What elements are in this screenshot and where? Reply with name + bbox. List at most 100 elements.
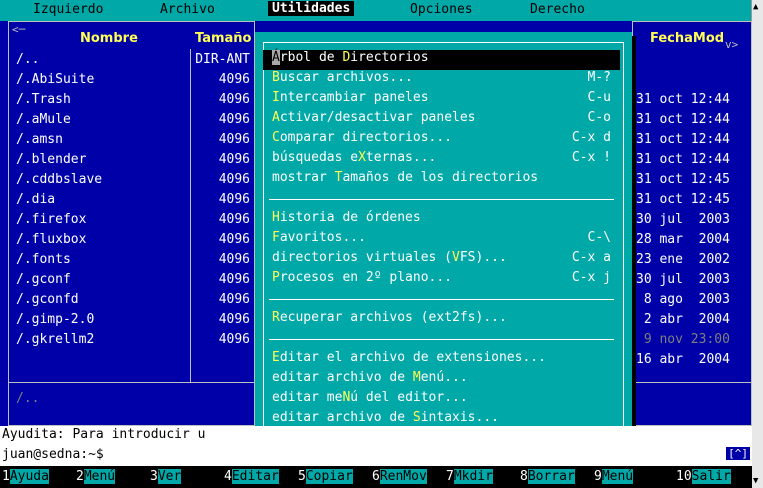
date-cell: 23 ene 2002 [636, 252, 730, 267]
column-header-size[interactable]: Tamaño [195, 31, 251, 46]
file-row[interactable]: /.cddbslave 4096 [0, 172, 255, 192]
scroll-up-icon[interactable]: ▲ [753, 2, 758, 12]
fkey-editar[interactable]: 4Editar [224, 469, 279, 486]
menu-cursor: Á [272, 50, 280, 65]
file-size: 4096 [218, 212, 250, 227]
file-name: /.gkrellm2 [16, 332, 95, 347]
menu-item[interactable]: Editar el archivo de extensiones... [263, 350, 620, 370]
date-cell: 31 oct 12:44 [636, 152, 730, 167]
date-cell: 30 jul 2003 [636, 272, 730, 287]
date-cell: 31 oct 12:45 [636, 172, 730, 187]
command-line[interactable]: juan@sedna:~$ [^] [0, 444, 752, 466]
menu-bar: Izquierdo Archivo Utilidades Opciones De… [0, 0, 752, 21]
menu-item[interactable]: editar archivo de Menú... [263, 370, 620, 390]
menu-shortcut: C-x ! [571, 150, 611, 165]
fkey-label: Mkdir [453, 469, 493, 484]
fkey-mkdir[interactable]: 7Mkdir [446, 469, 493, 486]
fkey-number: 2 [76, 469, 84, 484]
fkey-number: 1 [2, 469, 10, 484]
fkey-renmov[interactable]: 6RenMov [372, 469, 427, 486]
file-row[interactable]: /.gimp-2.0 4096 [0, 312, 255, 332]
file-row[interactable]: /.AbiSuite 4096 [0, 72, 255, 92]
fkey-copiar[interactable]: 5Copiar [298, 469, 353, 486]
menu-item[interactable]: mostrar Tamaños de los directorios [263, 170, 620, 190]
fkey-label: Ver [157, 469, 182, 484]
menu-item-label: Procesos en 2º plano... [272, 270, 453, 285]
hotkey-letter: V [452, 250, 460, 265]
hotkey-letter: D [342, 50, 351, 65]
menu-item[interactable]: búsquedas eXternas... C-x ! [263, 150, 620, 170]
menu-item[interactable]: Árbol de Directorios [263, 50, 620, 70]
history-button[interactable]: [^] [726, 447, 750, 460]
panel-corner-marker-right[interactable]: v> [725, 38, 738, 51]
hotkey-letter: I [272, 90, 280, 105]
file-name: /.firefox [16, 212, 87, 227]
fkey-menú[interactable]: 9Menú [594, 469, 634, 486]
file-name: /.gconfd [16, 292, 79, 307]
menu-derecho[interactable]: Derecho [530, 2, 585, 17]
file-row[interactable]: /.aMule 4096 [0, 112, 255, 132]
fkey-menú[interactable]: 2Menú [76, 469, 116, 486]
menu-item[interactable]: Procesos en 2º plano... C-x j [263, 270, 620, 290]
hint-text: Ayudita: Para introducir u [2, 427, 206, 442]
menu-item[interactable]: editar meNú del editor... [263, 390, 620, 410]
fkey-number: 5 [298, 469, 306, 484]
file-name: /.aMule [16, 112, 71, 127]
menu-item-label: Recuperar archivos (ext2fs)... [272, 310, 507, 325]
date-cell: 30 jul 2003 [636, 212, 730, 227]
date-cell: 9 nov 23:00 [636, 332, 730, 347]
menu-archivo[interactable]: Archivo [160, 2, 215, 17]
file-row[interactable]: /.gkrellm2 4096 [0, 332, 255, 352]
window-scrollbar[interactable]: ▲ ▼ [751, 0, 763, 488]
file-row[interactable]: /.gconfd 4096 [0, 292, 255, 312]
date-cell: 31 oct 12:44 [636, 92, 730, 107]
menu-item[interactable]: Intercambiar paneles C-u [263, 90, 620, 110]
menu-item-label: editar archivo de Menú... [272, 370, 468, 385]
file-row[interactable]: /.fluxbox 4096 [0, 232, 255, 252]
utilities-dropdown: Árbol de Directorios Buscar archivos... M-… [255, 32, 632, 444]
column-header-name[interactable]: Nombre [80, 31, 138, 46]
file-row[interactable]: /.. DIR-ANT [0, 52, 255, 72]
menu-item[interactable]: directorios virtuales (VFS)... C-x a [263, 250, 620, 270]
file-row[interactable]: /.gconf 4096 [0, 272, 255, 292]
menu-item-label: Árbol de Directorios [272, 50, 429, 65]
scroll-down-icon[interactable]: ▼ [753, 476, 758, 486]
fkey-number: 7 [446, 469, 454, 484]
menu-opciones[interactable]: Opciones [410, 2, 473, 17]
fkey-borrar[interactable]: 8Borrar [520, 469, 575, 486]
menu-item[interactable]: Historia de órdenes [263, 210, 620, 230]
file-row[interactable]: /.firefox 4096 [0, 212, 255, 232]
fkey-label: Ayuda [9, 469, 49, 484]
file-row[interactable]: /.blender 4096 [0, 152, 255, 172]
menu-item[interactable]: Comparar directorios... C-x d [263, 130, 620, 150]
menu-item[interactable]: Buscar archivos... M-? [263, 70, 620, 90]
file-size: DIR-ANT [195, 52, 250, 67]
menu-item-label: Editar el archivo de extensiones... [272, 350, 546, 365]
file-row[interactable]: /.Trash 4096 [0, 92, 255, 112]
file-name: /.gimp-2.0 [16, 312, 95, 327]
column-header-date[interactable]: FechaMod [650, 31, 724, 46]
date-cell: 31 oct 12:45 [636, 192, 730, 207]
panel-corner-marker[interactable]: <─ [12, 23, 25, 36]
file-size: 4096 [218, 192, 250, 207]
menu-item[interactable]: Activar/desactivar paneles C-o [263, 110, 620, 130]
file-row[interactable]: /.fonts 4096 [0, 252, 255, 272]
menu-utilidades[interactable]: Utilidades [268, 1, 355, 16]
fkey-number: 10 [676, 469, 692, 484]
hotkey-letter: M [412, 370, 421, 385]
menu-separator [269, 199, 614, 200]
hotkey-letter: F [272, 230, 280, 245]
menu-shortcut: C-x j [571, 270, 611, 285]
file-name: /.AbiSuite [16, 72, 95, 87]
fkey-ayuda[interactable]: 1Ayuda [2, 469, 49, 486]
fkey-salir[interactable]: 10Salir [676, 469, 731, 486]
menu-item-label: mostrar Tamaños de los directorios [272, 170, 539, 185]
file-name: /.fluxbox [16, 232, 87, 247]
menu-item[interactable]: Favoritos... C-\ [263, 230, 620, 250]
fkey-ver[interactable]: 3Ver [150, 469, 182, 486]
fkey-number: 8 [520, 469, 528, 484]
menu-item[interactable]: Recuperar archivos (ext2fs)... [263, 310, 620, 330]
file-row[interactable]: /.dia 4096 [0, 192, 255, 212]
menu-izquierdo[interactable]: Izquierdo [33, 2, 103, 17]
file-row[interactable]: /.amsn 4096 [0, 132, 255, 152]
